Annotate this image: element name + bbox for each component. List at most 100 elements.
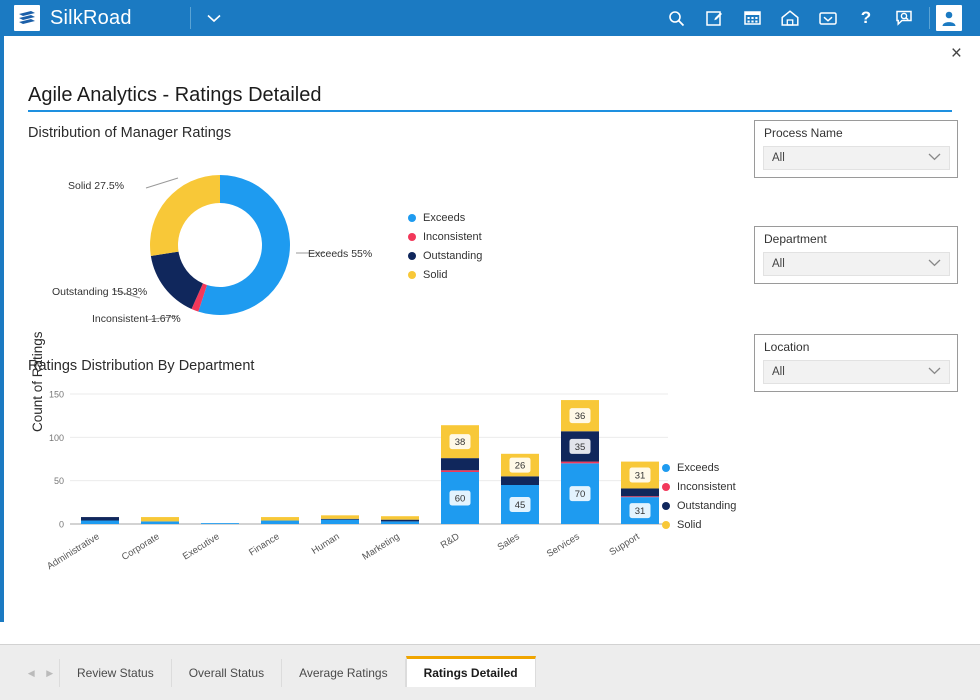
legend-dot-icon	[408, 214, 416, 222]
x-tick-label: Marketing	[360, 531, 401, 562]
bar-segment[interactable]	[621, 496, 659, 497]
filter-process-name: Process Name All	[754, 120, 958, 178]
compose-icon[interactable]	[695, 0, 733, 36]
filter-department-select[interactable]: All	[763, 252, 950, 276]
bar-segment[interactable]	[261, 517, 299, 520]
bar-chart-svg: 050100150 603845267035363131 Administrat…	[28, 378, 668, 583]
header-icon-group: ?	[657, 0, 980, 36]
donut-slice-solid[interactable]	[150, 175, 220, 256]
bar-segment[interactable]	[141, 521, 179, 524]
bar-data-label: 70	[575, 489, 586, 500]
bar-legend-item[interactable]: Solid	[662, 515, 736, 534]
bar-legend-item[interactable]: Outstanding	[662, 496, 736, 515]
filter-department: Department All	[754, 226, 958, 284]
legend-label: Outstanding	[677, 500, 736, 512]
bar-data-label: 35	[575, 442, 586, 453]
bar-segment[interactable]	[321, 519, 359, 520]
bar-segment[interactable]	[81, 521, 119, 524]
donut-slice-outstanding[interactable]	[151, 252, 203, 309]
legend-dot-icon	[662, 464, 670, 472]
bar-segment[interactable]	[261, 521, 299, 524]
donut-callout-exceeds: Exceeds 55%	[308, 248, 372, 260]
bar-chart-y-ticks: 050100150	[49, 390, 64, 530]
calendar-icon[interactable]	[733, 0, 771, 36]
user-avatar-icon[interactable]	[936, 5, 962, 31]
silkroad-logo-icon[interactable]	[14, 5, 40, 31]
donut-legend-item[interactable]: Exceeds	[408, 208, 482, 227]
x-tick-label: Corporate	[120, 531, 162, 563]
bar-segment[interactable]	[381, 516, 419, 519]
tab-ratings-detailed[interactable]: Ratings Detailed	[406, 656, 536, 687]
bar-segment[interactable]	[441, 458, 479, 470]
bar-segment[interactable]	[501, 476, 539, 485]
tab-label: Ratings Detailed	[424, 666, 518, 680]
tab-review-status[interactable]: Review Status	[60, 659, 172, 687]
top-header-bar: SilkRoad ?	[0, 0, 980, 36]
bar-data-label: 36	[575, 411, 586, 422]
tab-average-ratings[interactable]: Average Ratings	[282, 659, 406, 687]
filter-process-name-select[interactable]: All	[763, 146, 950, 170]
brand-name: SilkRoad	[50, 7, 132, 30]
left-accent-rail	[0, 36, 4, 622]
tab-prev-icon[interactable]: ◀	[28, 668, 35, 679]
bar-segment[interactable]	[81, 517, 119, 520]
bar-data-label: 45	[515, 500, 526, 511]
legend-label: Exceeds	[423, 212, 465, 224]
donut-chart-title: Distribution of Manager Ratings	[28, 125, 231, 141]
x-tick-label: Services	[545, 531, 582, 560]
bar-segment[interactable]	[201, 523, 239, 524]
inbox-icon[interactable]	[809, 0, 847, 36]
donut-callout-inconsistent: Inconsistent 1.67%	[92, 313, 181, 325]
home-icon[interactable]	[771, 0, 809, 36]
bar-segment[interactable]	[141, 517, 179, 521]
bar-segment[interactable]	[381, 520, 419, 522]
legend-dot-icon	[408, 271, 416, 279]
bar-segment[interactable]	[381, 521, 419, 524]
bar-segment[interactable]	[321, 515, 359, 518]
bar-legend-item[interactable]: Inconsistent	[662, 477, 736, 496]
bar-chart-legend: Exceeds Inconsistent Outstanding Solid	[662, 458, 736, 534]
bar-segment[interactable]	[321, 520, 359, 524]
filter-label: Location	[764, 340, 809, 354]
filter-label: Process Name	[764, 126, 843, 140]
tab-next-icon[interactable]: ▶	[46, 668, 53, 679]
bar-segment[interactable]	[621, 488, 659, 496]
bar-chart-title: Ratings Distribution By Department	[28, 358, 254, 374]
legend-dot-icon	[662, 483, 670, 491]
legend-label: Solid	[677, 519, 701, 531]
help-glyph: ?	[861, 8, 871, 28]
tab-list: Review Status Overall StatusAverage Ratin…	[60, 659, 536, 687]
donut-callout-outstanding: Outstanding 15.83%	[52, 286, 147, 298]
x-tick-label: Support	[608, 531, 642, 558]
feedback-icon[interactable]	[885, 0, 923, 36]
chevron-down-icon	[928, 152, 941, 164]
legend-dot-icon	[662, 521, 670, 529]
bar-legend-item[interactable]: Exceeds	[662, 458, 736, 477]
x-tick-label: Administrative	[45, 531, 101, 572]
bar-chart-x-ticks: AdministrativeCorporateExecutiveFinanceH…	[45, 531, 642, 572]
bar-data-label: 38	[455, 437, 466, 448]
filter-value: All	[764, 258, 785, 270]
legend-label: Exceeds	[677, 462, 719, 474]
donut-callout-solid: Solid 27.5%	[68, 180, 124, 192]
title-underline	[28, 110, 952, 112]
donut-slices	[150, 175, 290, 315]
tab-overall-status[interactable]: Overall Status	[172, 659, 282, 687]
y-tick-label: 150	[49, 390, 64, 400]
donut-legend-item[interactable]: Inconsistent	[408, 227, 482, 246]
close-icon[interactable]: ×	[951, 44, 962, 63]
legend-label: Inconsistent	[677, 481, 736, 493]
donut-legend-item[interactable]: Solid	[408, 265, 482, 284]
x-tick-label: R&D	[439, 531, 462, 551]
header-icon-separator	[929, 7, 930, 29]
bar-data-label: 31	[635, 471, 646, 482]
filter-location-select[interactable]: All	[763, 360, 950, 384]
tab-label: Review Status	[77, 666, 154, 680]
chevron-down-icon[interactable]	[207, 11, 221, 26]
help-icon[interactable]: ?	[847, 0, 885, 36]
bar-segment[interactable]	[561, 462, 599, 464]
donut-legend-item[interactable]: Outstanding	[408, 246, 482, 265]
y-tick-label: 0	[59, 520, 64, 530]
bar-segment[interactable]	[441, 470, 479, 472]
search-icon[interactable]	[657, 0, 695, 36]
